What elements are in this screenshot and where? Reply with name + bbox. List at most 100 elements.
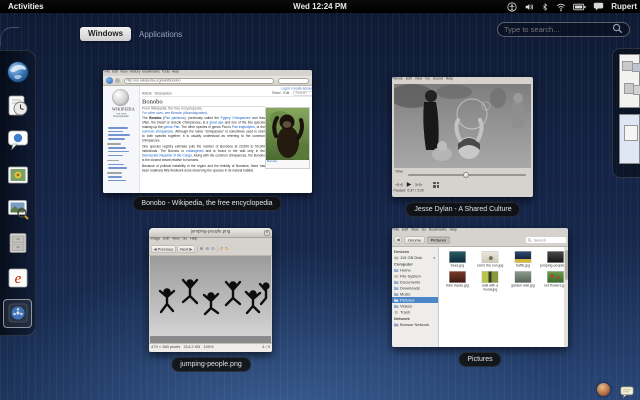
eject-icon: ▲ <box>432 255 436 260</box>
chat-status-icon[interactable] <box>593 2 604 11</box>
seek-bar <box>408 171 526 178</box>
file-item: trees.jpg <box>442 251 473 268</box>
file-item: train tracks.jpg <box>442 271 473 292</box>
workspace-thumbnail-2[interactable] <box>619 114 640 164</box>
fullscreen-grid-icon <box>433 181 440 188</box>
files-toolbar: ◀ Gnome Pictures Search <box>392 234 568 247</box>
bonobo-photo-caption: Bonobo <box>267 160 278 163</box>
image-info: 479 × 360 pixels 214.2 KB 100% <box>151 344 214 350</box>
window-caption: jumping-people.png <box>171 357 251 372</box>
viewer-image <box>150 256 271 343</box>
video-controls: ◀◀ ▶ ▶▶ <box>395 180 440 189</box>
svg-text:e: e <box>14 271 21 287</box>
file-item: cat in the sun.jpg <box>475 251 506 268</box>
bonobo-photo: Bonobo <box>265 107 310 169</box>
dash-item-evolution[interactable]: e <box>4 264 31 291</box>
dash: e <box>0 50 36 336</box>
zoom-in-icon: ⊕ <box>199 246 204 252</box>
chat-icon <box>6 128 30 152</box>
window-video-player[interactable]: Movie Edit View Go Sound Help Time: ◀◀ ▶… <box>392 77 533 197</box>
window-caption: Jesse Dylan - A Shared Culture <box>405 202 521 217</box>
web-browser-icon <box>6 60 30 84</box>
article-heading: Bonobo <box>142 98 265 107</box>
clock-icon <box>6 94 30 118</box>
previous-icon: ◀◀ <box>395 181 403 188</box>
dash-item-movie-player[interactable] <box>3 298 32 328</box>
image-viewer-icon <box>6 197 30 221</box>
path-button-current: Pictures <box>427 236 450 244</box>
tab-applications[interactable]: Applications <box>133 28 188 42</box>
article-paragraph-3: Because of political instability in the … <box>142 164 265 173</box>
path-button-root: Gnome <box>404 236 425 244</box>
wikipedia-globe-logo <box>112 89 129 106</box>
file-item: traffic.jpg <box>508 251 539 268</box>
accessibility-icon[interactable] <box>507 1 517 12</box>
wikipedia-tagline: The Free Encyclopedia <box>113 113 129 119</box>
status-area: Rupert <box>507 0 637 13</box>
next-icon: ▶▶ <box>415 181 424 188</box>
movie-player-icon <box>6 301 30 325</box>
window-image-viewer[interactable]: jumping-people.png × Image Edit View Go … <box>149 228 272 352</box>
window-file-manager[interactable]: File Edit View Go Bookmarks Help ◀ Gnome… <box>392 228 568 347</box>
tab-windows[interactable]: Windows <box>80 27 132 41</box>
dash-item-web-browser[interactable] <box>4 58 31 85</box>
files-search-field: Search <box>525 236 567 244</box>
tray-chat-icon[interactable] <box>620 385 634 400</box>
dash-item-photos[interactable] <box>4 161 31 188</box>
sidebar-item-browse-network: Browse Network <box>392 322 438 328</box>
battery-icon[interactable] <box>573 3 586 11</box>
file-item: wall with a mural.jpg <box>475 271 506 292</box>
gnome-shell-overview: Activities Wed 12:24 PM Rupert Windows A… <box>0 0 640 400</box>
wikipedia-title: WIKIPEDIA <box>112 107 135 112</box>
article-hatnote: For other uses, see Bonobo (disambiguati… <box>142 111 208 116</box>
wiki-search-box: Search <box>293 91 312 96</box>
dash-item-chat[interactable] <box>4 127 31 154</box>
evolution-icon: e <box>6 266 30 290</box>
wifi-icon[interactable] <box>556 2 566 12</box>
user-menu[interactable]: Rupert <box>611 2 637 11</box>
window-caption: Pictures <box>458 352 502 367</box>
next-button: Next ▶ <box>177 245 195 253</box>
zoom-fit-icon: ⊙ <box>210 246 215 252</box>
top-bar: Activities Wed 12:24 PM Rupert <box>0 0 640 13</box>
photos-icon <box>6 163 30 187</box>
browser-search-field <box>278 77 309 84</box>
play-icon: ▶ <box>406 182 412 188</box>
close-icon: × <box>264 229 270 236</box>
article-subheading: From Wikipedia, the free encyclopedia <box>142 107 202 111</box>
time-label: Time: <box>395 170 404 174</box>
wikipedia-page: WIKIPEDIA The Free Encyclopedia Log in /… <box>103 86 312 193</box>
image-index: 4 / 9 <box>262 344 270 350</box>
volume-icon[interactable] <box>524 2 534 12</box>
search-icon <box>612 21 623 39</box>
video-statusbar: Paused 0:37 / 3:20 <box>393 189 424 193</box>
file-item: garden wall.jpg <box>508 271 539 292</box>
scrollbar-thumb <box>564 250 568 280</box>
back-button: ◀ <box>394 236 402 244</box>
browser-navbar: http://en.wikipedia.org/wiki/Bonobo <box>103 76 312 86</box>
search-box[interactable] <box>497 22 630 37</box>
video-frame <box>392 84 531 168</box>
search-input[interactable] <box>504 25 612 34</box>
window-browser[interactable]: File Edit View History Bookmarks Tools H… <box>103 70 312 193</box>
wikipedia-sidebar: WIKIPEDIA The Free Encyclopedia <box>103 86 140 193</box>
files-content: trees.jpg cat in the sun.jpg traffic.jpg… <box>439 247 568 347</box>
seek-handle <box>463 171 470 178</box>
dash-item-file-cabinet[interactable] <box>4 230 31 257</box>
dash-item-clock[interactable] <box>4 93 31 120</box>
article-paragraph-2: One species registry estimate puts the n… <box>142 144 265 162</box>
forward-button <box>115 78 120 83</box>
window-caption: Bonobo - Wikipedia, the free encyclopedi… <box>132 196 282 211</box>
wikipedia-wordmark: WIKIPEDIA The Free Encyclopedia <box>103 107 139 182</box>
video-menubar: Movie Edit View Go Sound Help <box>393 77 453 81</box>
workspace-thumbnail-1[interactable] <box>619 54 640 108</box>
dash-item-image-viewer[interactable] <box>4 196 31 223</box>
viewer-title: jumping-people.png <box>190 228 231 234</box>
viewer-toolbar: ◀ Previous Next ▶ ⊕ ⊖ ⊙ ↺ ↻ <box>149 243 272 256</box>
previous-button: ◀ Previous <box>151 245 176 253</box>
viewer-statusbar: 479 × 360 pixels 214.2 KB 100% 4 / 9 <box>149 343 272 352</box>
url-field: http://en.wikipedia.org/wiki/Bonobo <box>124 77 274 84</box>
overview-corner <box>0 27 19 46</box>
tray-avatar-icon[interactable] <box>597 383 610 396</box>
bluetooth-icon[interactable] <box>541 2 549 12</box>
